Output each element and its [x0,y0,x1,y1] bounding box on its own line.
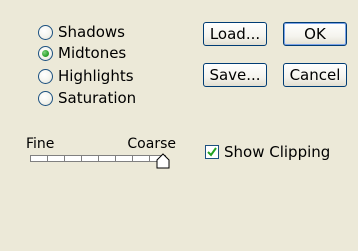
slider-labels: Fine Coarse [26,136,176,152]
radio-button[interactable] [38,90,53,106]
variations-options-panel: Shadows Midtones Highlights Saturation L… [0,0,358,251]
cancel-button[interactable]: Cancel [283,63,347,87]
radio-selected-dot-icon [42,49,49,57]
radio-shadows[interactable]: Shadows [38,22,125,42]
radio-button[interactable] [38,24,53,40]
slider-max-label: Coarse [127,136,176,152]
ok-button[interactable]: OK [283,22,347,46]
radio-button[interactable] [38,68,53,84]
slider-tick [64,156,65,161]
slider-thumb-icon[interactable] [156,153,170,169]
fine-coarse-slider-track[interactable] [30,155,166,162]
radio-label-shadows: Shadows [58,23,126,41]
radio-button-selected[interactable] [38,45,53,61]
save-button[interactable]: Save... [203,63,267,87]
checkbox-box[interactable] [205,145,219,159]
slider-tick [132,156,133,161]
slider-tick [47,156,48,161]
show-clipping-label: Show Clipping [224,143,331,161]
checkmark-icon [207,147,217,157]
slider-tick [81,156,82,161]
slider-min-label: Fine [26,136,55,152]
load-button[interactable]: Load... [203,22,267,46]
radio-label-saturation: Saturation [58,89,137,107]
radio-label-highlights: Highlights [58,67,134,85]
radio-midtones[interactable]: Midtones [38,43,126,63]
radio-highlights[interactable]: Highlights [38,66,134,86]
slider-tick [149,156,150,161]
radio-label-midtones: Midtones [58,44,127,62]
slider-tick [115,156,116,161]
show-clipping-checkbox[interactable]: Show Clipping [205,143,330,161]
slider-tick [98,156,99,161]
radio-saturation[interactable]: Saturation [38,88,136,108]
